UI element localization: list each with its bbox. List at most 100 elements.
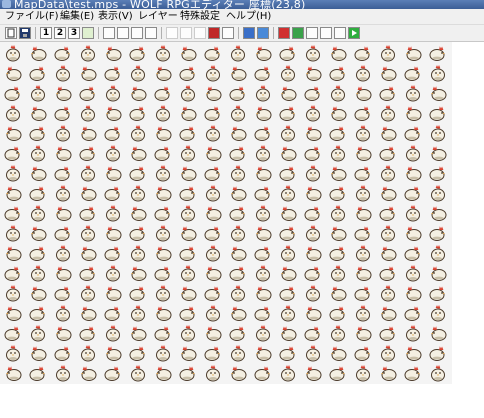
chicken-sprite-tile bbox=[154, 184, 172, 202]
chicken-sprite-tile bbox=[54, 44, 72, 62]
chicken-sprite-tile bbox=[29, 244, 47, 262]
chicken-sprite-tile bbox=[404, 124, 422, 142]
chicken-sprite-tile bbox=[254, 124, 272, 142]
chicken-sprite-tile bbox=[29, 264, 47, 282]
map-empty-area[interactable] bbox=[452, 42, 484, 384]
chicken-sprite-tile bbox=[254, 344, 272, 362]
chicken-sprite-tile bbox=[54, 244, 72, 262]
fill-icon[interactable] bbox=[208, 27, 220, 39]
chicken-sprite-tile bbox=[329, 344, 347, 362]
layer-3-button[interactable]: 3 bbox=[68, 27, 80, 39]
chicken-sprite-tile bbox=[329, 284, 347, 302]
search-icon[interactable] bbox=[306, 27, 318, 39]
chicken-sprite-tile bbox=[4, 104, 22, 122]
chicken-sprite-tile bbox=[379, 204, 397, 222]
zoom-1-icon[interactable] bbox=[103, 27, 115, 39]
new-file-icon[interactable] bbox=[5, 27, 17, 39]
chicken-sprite-tile bbox=[404, 64, 422, 82]
chicken-sprite-tile bbox=[279, 304, 297, 322]
chicken-sprite-tile bbox=[204, 184, 222, 202]
save-icon[interactable] bbox=[19, 27, 31, 39]
chicken-sprite-tile bbox=[354, 284, 372, 302]
chicken-sprite-tile bbox=[354, 64, 372, 82]
zoom-3-icon[interactable] bbox=[131, 27, 143, 39]
toolbar-separator bbox=[35, 27, 36, 39]
chicken-sprite-tile bbox=[29, 224, 47, 242]
chicken-sprite-tile bbox=[179, 104, 197, 122]
undo-icon[interactable] bbox=[180, 27, 192, 39]
chicken-sprite-tile bbox=[129, 144, 147, 162]
chicken-sprite-tile bbox=[129, 324, 147, 342]
window-title: MapData\test.mps - WOLF RPGエディター 座標(23,8… bbox=[14, 0, 306, 9]
music-icon[interactable] bbox=[334, 27, 346, 39]
menu-view[interactable]: 表示(V) bbox=[98, 10, 133, 23]
chicken-sprite-tile bbox=[429, 84, 447, 102]
chicken-sprite-tile bbox=[354, 244, 372, 262]
chicken-sprite-tile bbox=[79, 144, 97, 162]
game-settings-icon[interactable] bbox=[278, 27, 290, 39]
chicken-sprite-tile bbox=[304, 364, 322, 382]
chicken-sprite-tile bbox=[429, 224, 447, 242]
chicken-sprite-tile bbox=[204, 224, 222, 242]
chicken-sprite-tile bbox=[154, 324, 172, 342]
map-canvas[interactable] bbox=[0, 42, 452, 384]
chicken-sprite-tile bbox=[229, 264, 247, 282]
chicken-sprite-tile bbox=[354, 304, 372, 322]
layer-1-button[interactable]: 1 bbox=[40, 27, 52, 39]
chicken-sprite-tile bbox=[329, 264, 347, 282]
redo-icon[interactable] bbox=[222, 27, 234, 39]
chicken-sprite-tile bbox=[104, 324, 122, 342]
chicken-sprite-tile bbox=[129, 64, 147, 82]
chicken-sprite-tile bbox=[329, 304, 347, 322]
chicken-sprite-tile bbox=[304, 104, 322, 122]
tileset-icon[interactable] bbox=[292, 27, 304, 39]
chicken-sprite-tile bbox=[429, 144, 447, 162]
chicken-sprite-tile bbox=[104, 164, 122, 182]
chicken-sprite-tile bbox=[129, 284, 147, 302]
copy-icon[interactable] bbox=[194, 27, 206, 39]
chicken-sprite-tile bbox=[279, 184, 297, 202]
chicken-sprite-tile bbox=[354, 144, 372, 162]
menu-layer[interactable]: レイヤー bbox=[138, 10, 178, 23]
tool-icon[interactable] bbox=[320, 27, 332, 39]
chicken-sprite-tile bbox=[379, 344, 397, 362]
menu-bar: ファイル(F) 編集(E) 表示(V) レイヤー 特殊設定 ヘルプ(H) bbox=[0, 9, 484, 25]
chicken-sprite-tile bbox=[279, 224, 297, 242]
chicken-sprite-tile bbox=[154, 244, 172, 262]
chicken-sprite-tile bbox=[54, 284, 72, 302]
chicken-sprite-tile bbox=[229, 344, 247, 362]
zoom-2-icon[interactable] bbox=[117, 27, 129, 39]
database-icon[interactable] bbox=[243, 27, 255, 39]
chicken-sprite-tile bbox=[304, 284, 322, 302]
chicken-sprite-tile bbox=[254, 244, 272, 262]
map-empty-area-bottom[interactable] bbox=[0, 384, 484, 418]
event-layer-icon[interactable] bbox=[82, 27, 94, 39]
chicken-sprite-tile bbox=[254, 304, 272, 322]
zoom-4-icon[interactable] bbox=[145, 27, 157, 39]
pencil-icon[interactable] bbox=[166, 27, 178, 39]
chicken-sprite-tile bbox=[329, 104, 347, 122]
layer-2-button[interactable]: 2 bbox=[54, 27, 66, 39]
chicken-sprite-tile bbox=[254, 324, 272, 342]
chicken-sprite-tile bbox=[4, 264, 22, 282]
chicken-sprite-tile bbox=[379, 224, 397, 242]
chicken-sprite-tile bbox=[354, 324, 372, 342]
chicken-sprite-tile bbox=[304, 124, 322, 142]
menu-special-settings[interactable]: 特殊設定 bbox=[180, 10, 220, 23]
chicken-sprite-tile bbox=[54, 64, 72, 82]
chicken-sprite-tile bbox=[129, 344, 147, 362]
chicken-sprite-tile bbox=[329, 184, 347, 202]
chicken-sprite-tile bbox=[204, 284, 222, 302]
chicken-sprite-tile bbox=[179, 324, 197, 342]
title-bar: MapData\test.mps - WOLF RPGエディター 座標(23,8… bbox=[0, 0, 484, 9]
chicken-sprite-tile bbox=[404, 204, 422, 222]
menu-file[interactable]: ファイル(F) bbox=[5, 10, 59, 23]
menu-edit[interactable]: 編集(E) bbox=[60, 10, 94, 23]
chicken-sprite-tile bbox=[79, 204, 97, 222]
play-icon[interactable] bbox=[348, 27, 360, 39]
common-event-icon[interactable] bbox=[257, 27, 269, 39]
chicken-sprite-tile bbox=[79, 44, 97, 62]
chicken-sprite-tile bbox=[29, 324, 47, 342]
menu-help[interactable]: ヘルプ(H) bbox=[226, 10, 271, 23]
chicken-sprite-tile bbox=[404, 304, 422, 322]
